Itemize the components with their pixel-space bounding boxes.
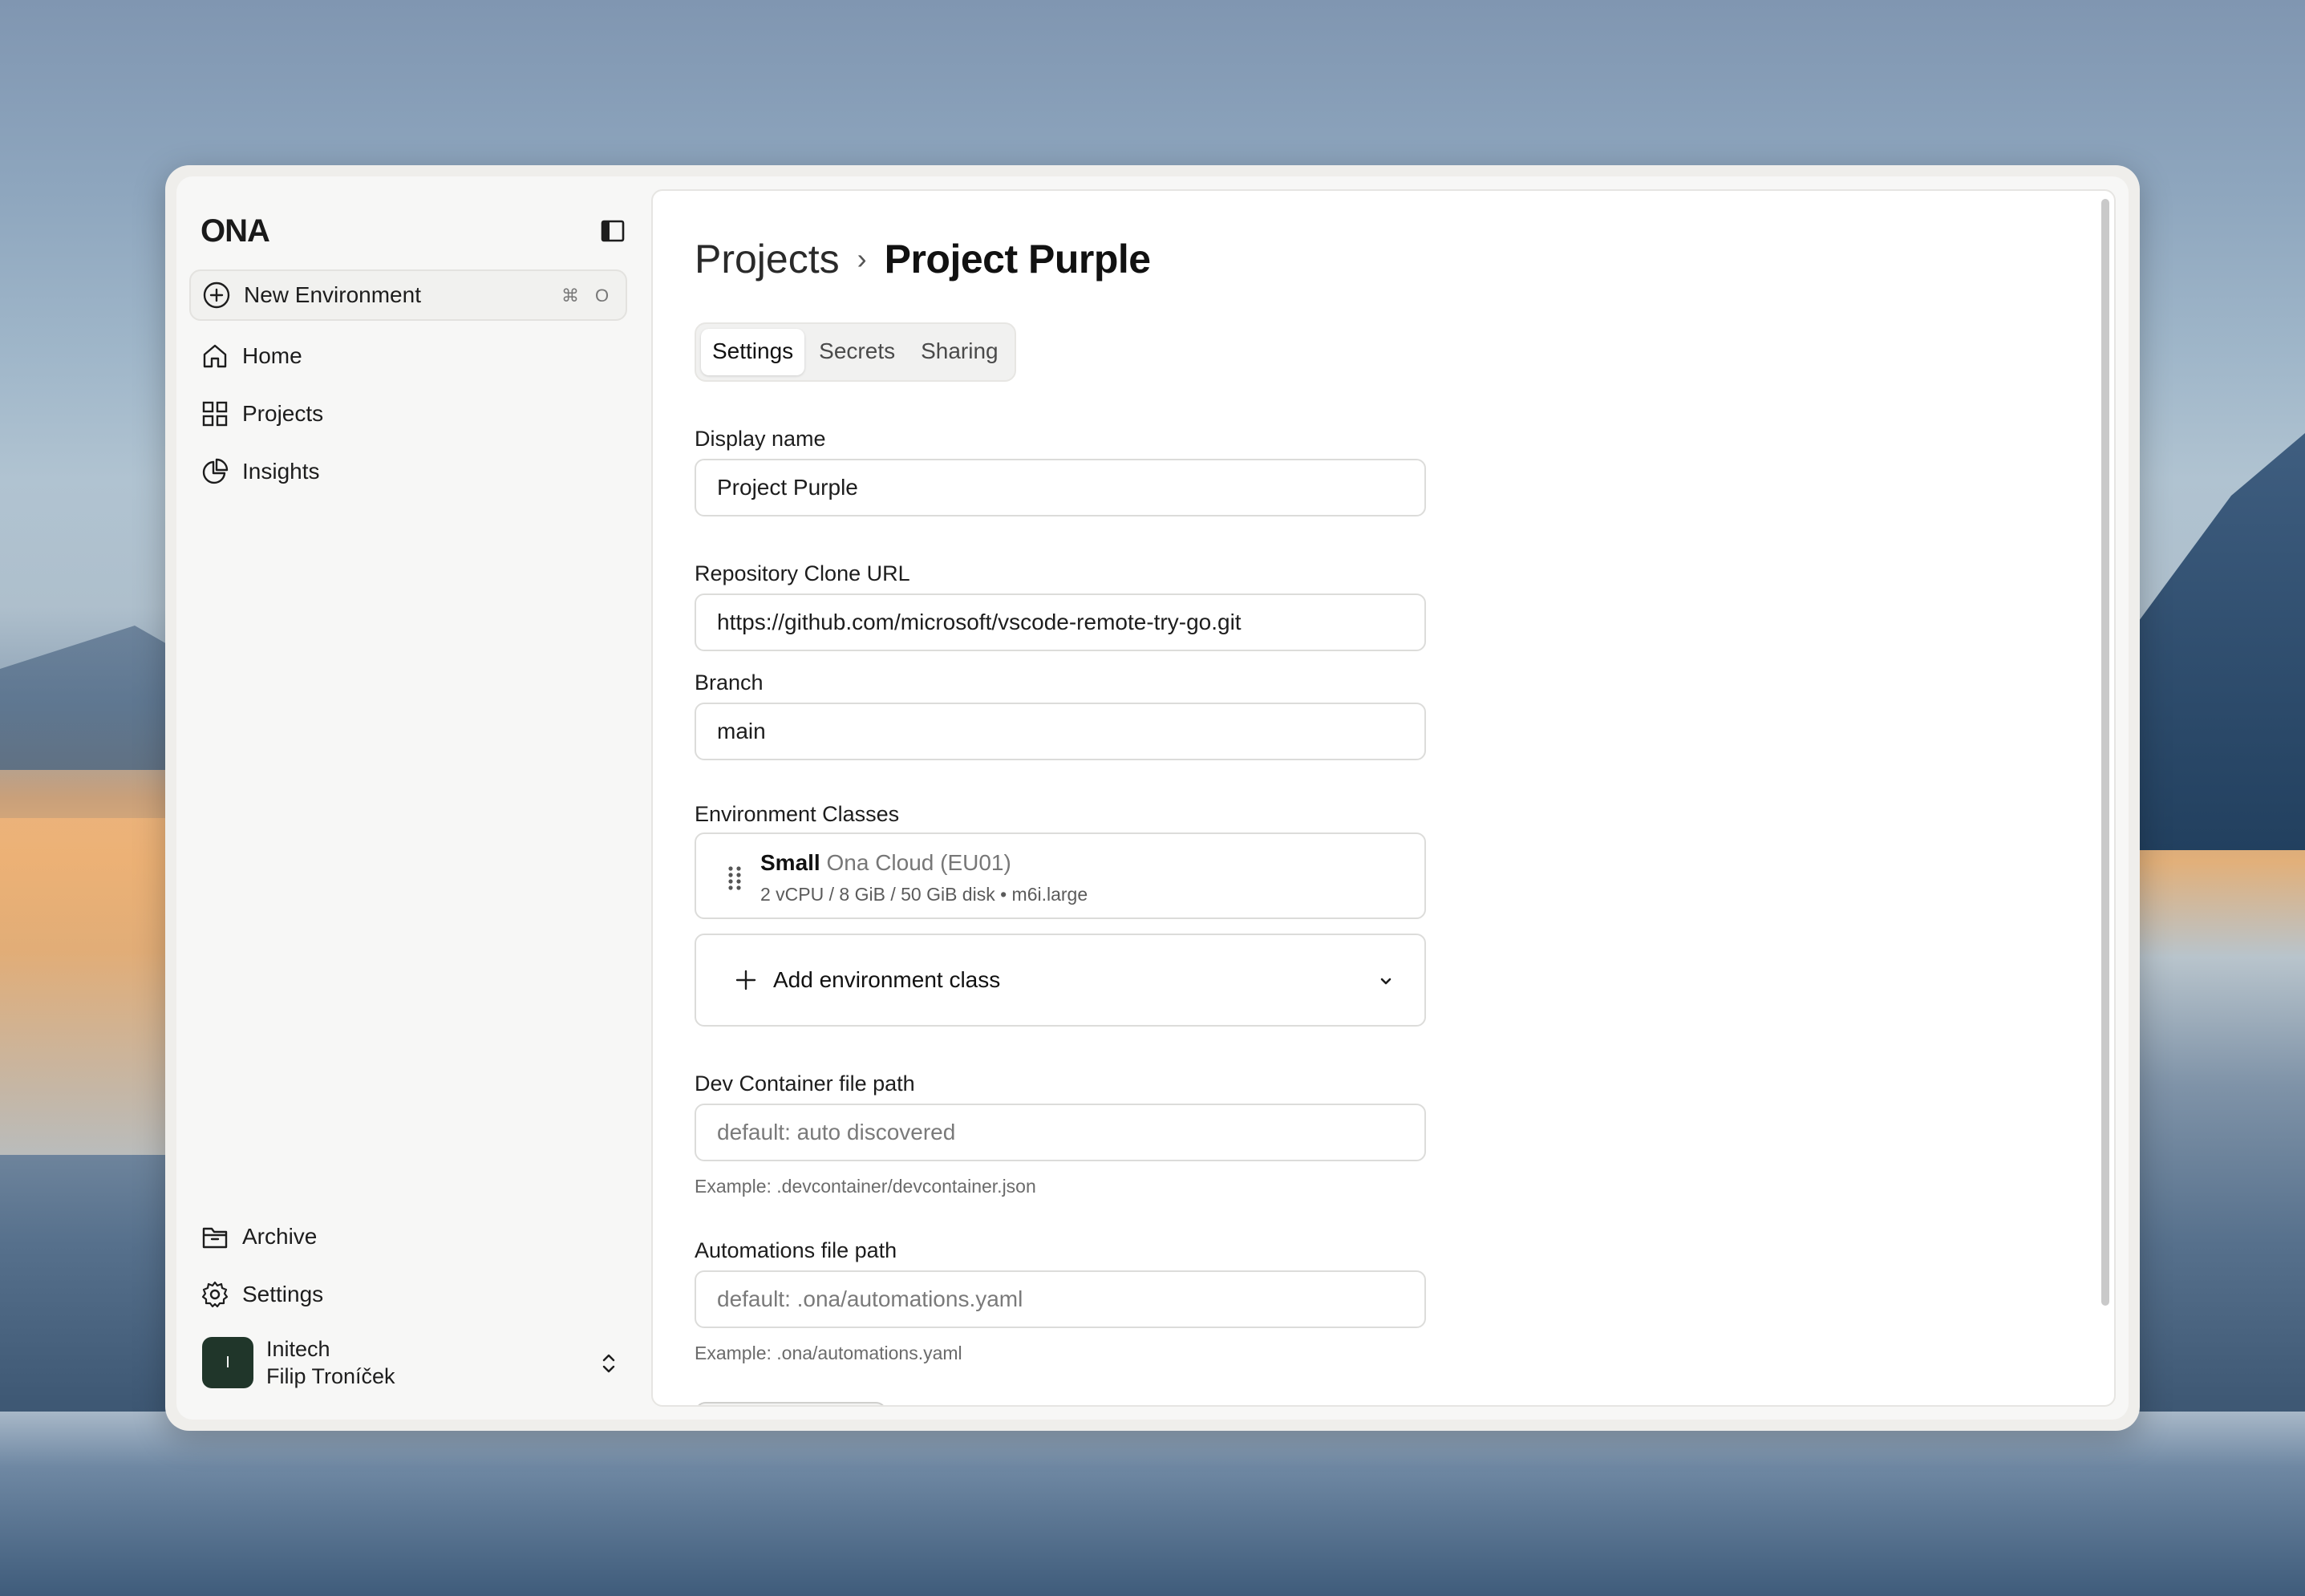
breadcrumb-separator: ›	[857, 242, 867, 275]
new-environment-button[interactable]: New Environment ⌘ O	[189, 269, 627, 321]
user-switcher[interactable]: I Initech Filip Troníček	[202, 1335, 627, 1391]
sidebar-item-settings[interactable]: Settings	[201, 1275, 323, 1314]
app-window-inner: ONA New Environment ⌘ O Home Projects In…	[176, 176, 2129, 1420]
pie-chart-icon	[202, 458, 229, 484]
scrollbar[interactable]	[2101, 199, 2109, 1306]
environment-classes-label: Environment Classes	[695, 802, 900, 826]
automations-label: Automations file path	[695, 1238, 897, 1262]
add-environment-class-label: Add environment class	[773, 967, 1001, 992]
grid-icon	[202, 401, 228, 427]
sidebar-item-label: Projects	[242, 401, 324, 426]
display-name-input[interactable]: Project Purple	[695, 459, 1426, 516]
sidebar-toggle-icon[interactable]	[600, 218, 626, 244]
breadcrumb-projects-link[interactable]: Projects	[695, 236, 840, 282]
branch-label: Branch	[695, 670, 764, 695]
plus-icon	[735, 970, 756, 990]
sidebar-item-label: Archive	[242, 1224, 318, 1249]
sidebar-item-insights[interactable]: Insights	[201, 452, 320, 491]
branch-input[interactable]: main	[695, 703, 1426, 760]
repo-url-input[interactable]: https://github.com/microsoft/vscode-remo…	[695, 593, 1426, 651]
sidebar-item-label: Settings	[242, 1282, 324, 1306]
save-button[interactable]	[695, 1402, 887, 1405]
chevron-up-down-icon	[602, 1354, 615, 1373]
plus-circle-icon	[203, 282, 230, 309]
environment-class-spec: 2 vCPU / 8 GiB / 50 GiB disk • m6i.large	[760, 884, 1088, 905]
user-info: Initech Filip Troníček	[266, 1335, 395, 1390]
main-panel: Projects › Project Purple Settings Secre…	[651, 189, 2116, 1407]
avatar: I	[202, 1337, 253, 1388]
automations-path-input[interactable]: default: .ona/automations.yaml	[695, 1270, 1426, 1328]
display-name-label: Display name	[695, 427, 826, 451]
environment-class-item[interactable]: Small Ona Cloud (EU01) 2 vCPU / 8 GiB / …	[695, 832, 1426, 919]
tab-bar: Settings Secrets Sharing	[695, 322, 1016, 382]
shortcut-o-key: O	[595, 286, 610, 306]
repo-url-label: Repository Clone URL	[695, 561, 910, 585]
org-name: Initech	[266, 1337, 330, 1361]
gear-icon	[201, 1281, 229, 1308]
home-icon	[203, 344, 227, 368]
app-window: ONA New Environment ⌘ O Home Projects In…	[165, 165, 2140, 1431]
background-water	[0, 1412, 2305, 1596]
sidebar-item-label: Home	[242, 343, 302, 368]
shortcut-cmd-key: ⌘	[561, 286, 579, 306]
new-environment-label: New Environment	[244, 282, 421, 307]
sidebar-item-label: Insights	[242, 459, 320, 484]
app-logo: ONA	[201, 213, 270, 249]
devcontainer-hint: Example: .devcontainer/devcontainer.json	[695, 1176, 1036, 1197]
breadcrumb: Projects › Project Purple	[695, 236, 1151, 282]
add-environment-class-dropdown[interactable]: Add environment class	[695, 934, 1426, 1027]
tab-secrets[interactable]: Secrets	[808, 329, 906, 375]
sidebar-item-home[interactable]: Home	[201, 337, 302, 375]
sidebar-item-projects[interactable]: Projects	[201, 395, 323, 433]
sidebar: ONA New Environment ⌘ O Home Projects In…	[176, 176, 651, 1420]
sidebar-item-archive[interactable]: Archive	[201, 1217, 317, 1256]
environment-class-name: Small	[760, 850, 820, 875]
archive-icon	[202, 1227, 228, 1249]
user-name: Filip Troníček	[266, 1364, 395, 1388]
automations-hint: Example: .ona/automations.yaml	[695, 1343, 962, 1363]
tab-settings[interactable]: Settings	[701, 329, 805, 375]
environment-class-provider: Ona Cloud (EU01)	[826, 850, 1011, 875]
page-title: Project Purple	[884, 237, 1152, 282]
devcontainer-label: Dev Container file path	[695, 1071, 915, 1096]
tab-sharing[interactable]: Sharing	[909, 329, 1010, 375]
devcontainer-path-input[interactable]: default: auto discovered	[695, 1104, 1426, 1161]
drag-handle-icon[interactable]	[727, 865, 743, 890]
chevron-down-icon	[1380, 978, 1392, 985]
environment-class-title: Small Ona Cloud (EU01)	[760, 850, 1011, 876]
